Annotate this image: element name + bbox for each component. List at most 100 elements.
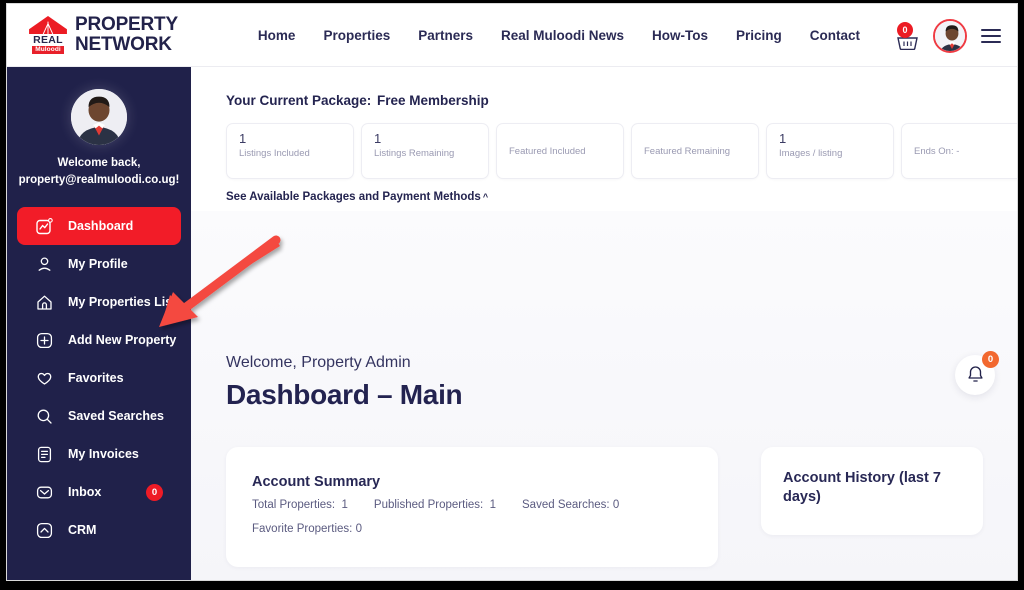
package-stat-listings-included: 1 Listings Included	[226, 123, 354, 179]
stat-value: 0	[355, 523, 362, 535]
sidebar-avatar[interactable]	[71, 89, 127, 145]
package-stat-featured-included: Featured Included	[496, 123, 624, 179]
dashboard-hero-section: 0 Welcome, Property Admin Dashboard – Ma…	[191, 211, 1017, 580]
dashboard-chart-icon	[35, 217, 54, 236]
stat-value: 0	[612, 499, 620, 511]
account-summary-card: Account Summary Total Properties: 1 Publ…	[226, 447, 718, 567]
sidebar-item-favorites[interactable]: Favorites	[17, 359, 181, 397]
dashboard-main-content: Your Current Package: Free Membership 1 …	[191, 67, 1017, 580]
sidebar-item-label: Inbox	[68, 485, 102, 499]
chevron-up-icon: ^	[482, 192, 489, 202]
sidebar-welcome-text: Welcome back, property@realmuloodi.co.ug…	[7, 155, 191, 189]
stat-saved-searches: Saved Searches: 0	[522, 499, 619, 511]
stat-favorite-properties: Favorite Properties: 0	[252, 523, 362, 535]
account-history-heading: Account History (last 7 days)	[783, 470, 941, 505]
notifications-button[interactable]: 0	[955, 351, 999, 395]
package-stat-number: 1	[374, 131, 382, 146]
package-stat-ends-on: Ends On: -	[901, 123, 1017, 179]
package-stat-label: Featured Included	[509, 145, 586, 157]
package-stat-label: Ends On: -	[914, 145, 960, 157]
page-title: Dashboard – Main	[226, 379, 463, 410]
chevron-up-square-icon	[35, 521, 54, 540]
package-stat-featured-remaining: Featured Remaining	[631, 123, 759, 179]
package-stats-row: 1 Listings Included 1 Listings Remaining…	[226, 123, 1017, 179]
nav-item-partners[interactable]: Partners	[418, 28, 473, 43]
nav-right-actions: 0	[895, 4, 1001, 67]
user-avatar-icon	[71, 89, 127, 145]
nav-item-home[interactable]: Home	[258, 28, 296, 43]
sidebar-item-label: Favorites	[68, 371, 124, 385]
stat-label: Published Properties:	[373, 499, 484, 511]
package-stat-label: Listings Remaining	[374, 148, 455, 159]
logo-wordmark-line2: NETWORK	[75, 34, 172, 55]
sidebar-item-label: Dashboard	[68, 219, 134, 233]
account-summary-stats-row-1: Total Properties: 1 Published Properties…	[252, 499, 619, 511]
heart-icon	[35, 369, 54, 388]
account-summary-stats-row-2: Favorite Properties: 0	[252, 523, 362, 535]
sidebar-item-label: Add New Property	[68, 333, 177, 347]
sidebar-item-label: My Properties List	[68, 295, 177, 309]
account-history-card: Account History (last 7 days)	[761, 447, 983, 535]
home-icon	[35, 293, 54, 312]
account-summary-heading: Account Summary	[252, 474, 381, 490]
dashboard-sidebar: Welcome back, property@realmuloodi.co.ug…	[7, 67, 191, 580]
sidebar-item-my-properties-list[interactable]: My Properties List	[17, 283, 181, 321]
package-stat-label: Featured Remaining	[644, 145, 731, 157]
search-icon	[35, 407, 54, 426]
sidebar-item-inbox[interactable]: Inbox 0	[17, 473, 181, 511]
welcome-line-2: property@realmuloodi.co.ug!	[18, 174, 180, 186]
welcome-line-1: Welcome back,	[57, 157, 141, 169]
logo-word-muloodi: Muloodi	[32, 46, 64, 54]
package-name-value: Free Membership	[377, 93, 489, 108]
nav-item-how-tos[interactable]: How-Tos	[652, 28, 708, 43]
sidebar-item-crm[interactable]: CRM	[17, 511, 181, 549]
package-stat-listings-remaining: 1 Listings Remaining	[361, 123, 489, 179]
stat-value: 1	[341, 499, 348, 511]
see-available-packages-link[interactable]: See Available Packages and Payment Metho…	[226, 191, 488, 203]
stat-label: Favorite Properties:	[252, 523, 353, 535]
primary-menu: Home Properties Partners Real Muloodi Ne…	[258, 28, 860, 43]
invoice-document-icon	[35, 445, 54, 464]
cart-button[interactable]: 0	[895, 21, 919, 50]
avatar[interactable]	[933, 18, 967, 53]
plus-square-icon	[35, 331, 54, 350]
real-muloodi-logo-mark: REAL Muloodi	[27, 16, 69, 54]
logo-wordmark: PROPERTY NETWORK	[75, 15, 178, 55]
sidebar-menu: Dashboard My Profile My Properties List …	[7, 207, 191, 549]
nav-item-pricing[interactable]: Pricing	[736, 28, 782, 43]
package-stat-number: 1	[779, 131, 787, 146]
site-logo[interactable]: REAL Muloodi PROPERTY NETWORK	[27, 15, 178, 55]
browser-page-frame: REAL Muloodi PROPERTY NETWORK Home Prope…	[6, 3, 1018, 581]
bell-icon	[967, 366, 983, 382]
logo-wordmark-line1: PROPERTY	[75, 14, 178, 35]
top-navigation-bar: REAL Muloodi PROPERTY NETWORK Home Prope…	[7, 4, 1017, 67]
package-stat-label: Images / listing	[779, 148, 843, 159]
sidebar-item-saved-searches[interactable]: Saved Searches	[17, 397, 181, 435]
sidebar-item-add-new-property[interactable]: Add New Property	[17, 321, 181, 359]
package-stat-images-per-listing: 1 Images / listing	[766, 123, 894, 179]
sidebar-item-label: My Profile	[68, 257, 128, 271]
hamburger-menu-icon[interactable]	[981, 28, 1001, 43]
stat-label: Total Properties:	[252, 499, 336, 511]
stat-total-properties: Total Properties: 1	[252, 499, 348, 511]
stat-label: Saved Searches:	[522, 499, 610, 511]
nav-item-properties[interactable]: Properties	[323, 28, 390, 43]
sidebar-item-label: Saved Searches	[68, 409, 164, 423]
hero-subtitle: Welcome, Property Admin	[226, 354, 411, 371]
current-package-panel: Your Current Package: Free Membership 1 …	[191, 67, 1017, 211]
nav-item-news[interactable]: Real Muloodi News	[501, 28, 624, 43]
cart-count-badge: 0	[897, 21, 913, 38]
package-title-label: Your Current Package:	[226, 93, 372, 108]
nav-item-contact[interactable]: Contact	[810, 28, 860, 43]
logo-word-real: REAL	[33, 34, 63, 46]
hamburger-line	[981, 40, 1001, 43]
see-available-packages-label: See Available Packages and Payment Metho…	[226, 191, 481, 203]
inbox-count-badge: 0	[146, 483, 163, 501]
sidebar-item-my-profile[interactable]: My Profile	[17, 245, 181, 283]
sidebar-item-label: My Invoices	[68, 447, 139, 461]
sidebar-item-dashboard[interactable]: Dashboard	[17, 207, 181, 245]
envelope-icon	[35, 483, 54, 502]
hamburger-line	[981, 28, 1001, 31]
stat-value: 1	[489, 499, 497, 511]
sidebar-item-my-invoices[interactable]: My Invoices	[17, 435, 181, 473]
